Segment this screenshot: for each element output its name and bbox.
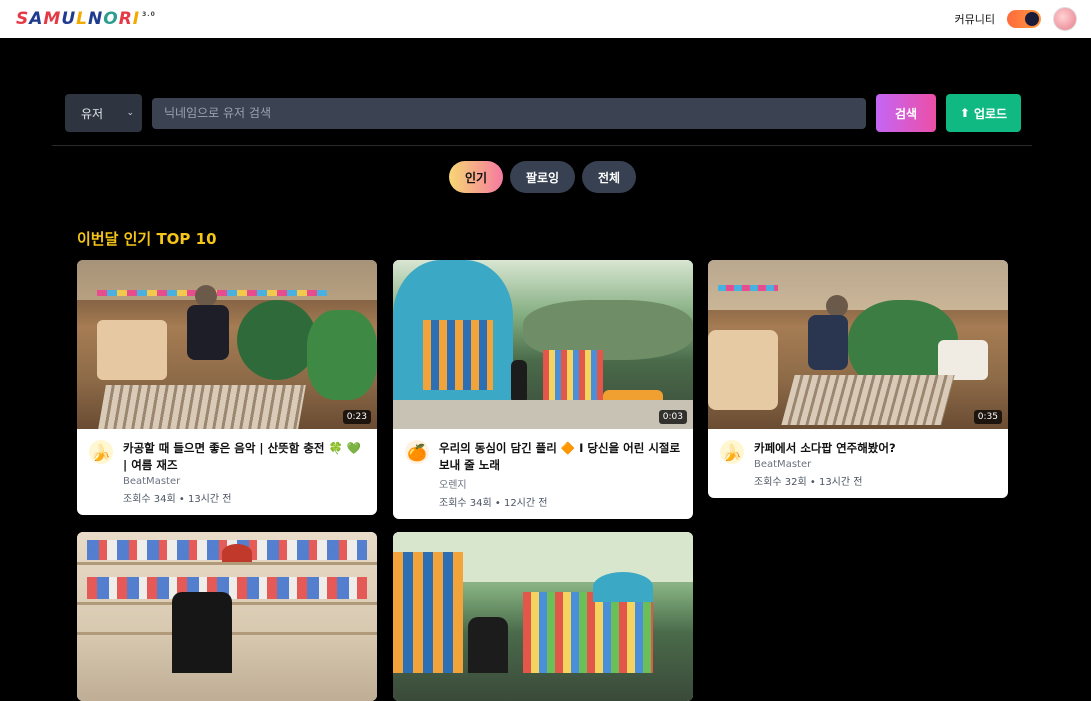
tab-popular[interactable]: 인기	[449, 161, 503, 193]
search-button[interactable]: 검색	[876, 94, 936, 132]
theme-toggle[interactable]	[1007, 10, 1041, 28]
video-duration: 0:23	[342, 410, 371, 424]
video-duration: 0:35	[973, 410, 1002, 424]
banana-avatar-icon[interactable]: 🍌	[720, 440, 744, 464]
search-input[interactable]	[152, 97, 866, 129]
tab-following[interactable]: 팔로잉	[510, 161, 575, 193]
channel-name[interactable]: BeatMaster	[754, 459, 996, 470]
tab-all[interactable]: 전체	[582, 161, 636, 193]
community-link[interactable]: 커뮤니티	[955, 11, 995, 27]
video-card[interactable]: 0:23 🍌 카공할 때 들으면 좋은 음악 | 산뜻함 충전 🍀 💚 | 여름…	[77, 260, 377, 515]
video-thumbnail[interactable]	[393, 532, 693, 701]
chevron-down-icon: ⌄	[126, 108, 134, 118]
video-card[interactable]: 0:03 🍊 우리의 동심이 담긴 플리 🔶 I 당신을 어린 시절로 보내 줄…	[393, 260, 693, 519]
upload-label: 업로드	[973, 106, 1008, 121]
top-bar: SAMULNORI 3.0 커뮤니티	[0, 0, 1091, 38]
orange-avatar-icon[interactable]: 🍊	[405, 440, 429, 464]
banana-avatar-icon[interactable]: 🍌	[89, 440, 113, 464]
logo-version: 3.0	[142, 11, 156, 18]
search-bar: 유저 ⌄ 검색 ⬆ 업로드	[65, 94, 1021, 132]
section-title: 이번달 인기 TOP 10	[77, 230, 217, 248]
video-thumbnail[interactable]	[77, 532, 377, 701]
channel-name[interactable]: BeatMaster	[123, 476, 365, 487]
video-thumbnail[interactable]: 0:35	[708, 260, 1008, 429]
feed-tabs: 인기 팔로잉 전체	[449, 161, 636, 193]
video-title[interactable]: 카공할 때 들으면 좋은 음악 | 산뜻함 충전 🍀 💚 | 여름 재즈	[123, 440, 365, 474]
video-duration: 0:03	[658, 410, 687, 424]
video-card[interactable]	[393, 532, 693, 701]
video-thumbnail[interactable]: 0:03	[393, 260, 693, 429]
video-card[interactable]	[77, 532, 377, 701]
video-card[interactable]: 0:35 🍌 카페에서 소다팝 연주해봤어? BeatMaster 조회수 32…	[708, 260, 1008, 498]
samulnori-logo[interactable]: SAMULNORI 3.0	[16, 9, 156, 29]
divider	[52, 145, 1032, 146]
search-filter-value: 유저	[81, 106, 104, 121]
upload-button[interactable]: ⬆ 업로드	[946, 94, 1021, 132]
video-stats: 조회수 34회 • 13시간 전	[123, 494, 232, 505]
video-stats: 조회수 34회 • 12시간 전	[439, 498, 548, 509]
video-stats: 조회수 32회 • 13시간 전	[754, 477, 863, 488]
channel-name[interactable]: 오렌지	[439, 476, 681, 491]
video-thumbnail[interactable]: 0:23	[77, 260, 377, 429]
user-avatar[interactable]	[1053, 7, 1077, 31]
upload-arrow-icon: ⬆	[959, 106, 970, 120]
video-title[interactable]: 우리의 동심이 담긴 플리 🔶 I 당신을 어린 시절로 보내 줄 노래	[439, 440, 681, 474]
toggle-knob	[1025, 12, 1039, 26]
video-title[interactable]: 카페에서 소다팝 연주해봤어?	[754, 440, 996, 457]
search-filter-select[interactable]: 유저 ⌄	[65, 94, 142, 132]
